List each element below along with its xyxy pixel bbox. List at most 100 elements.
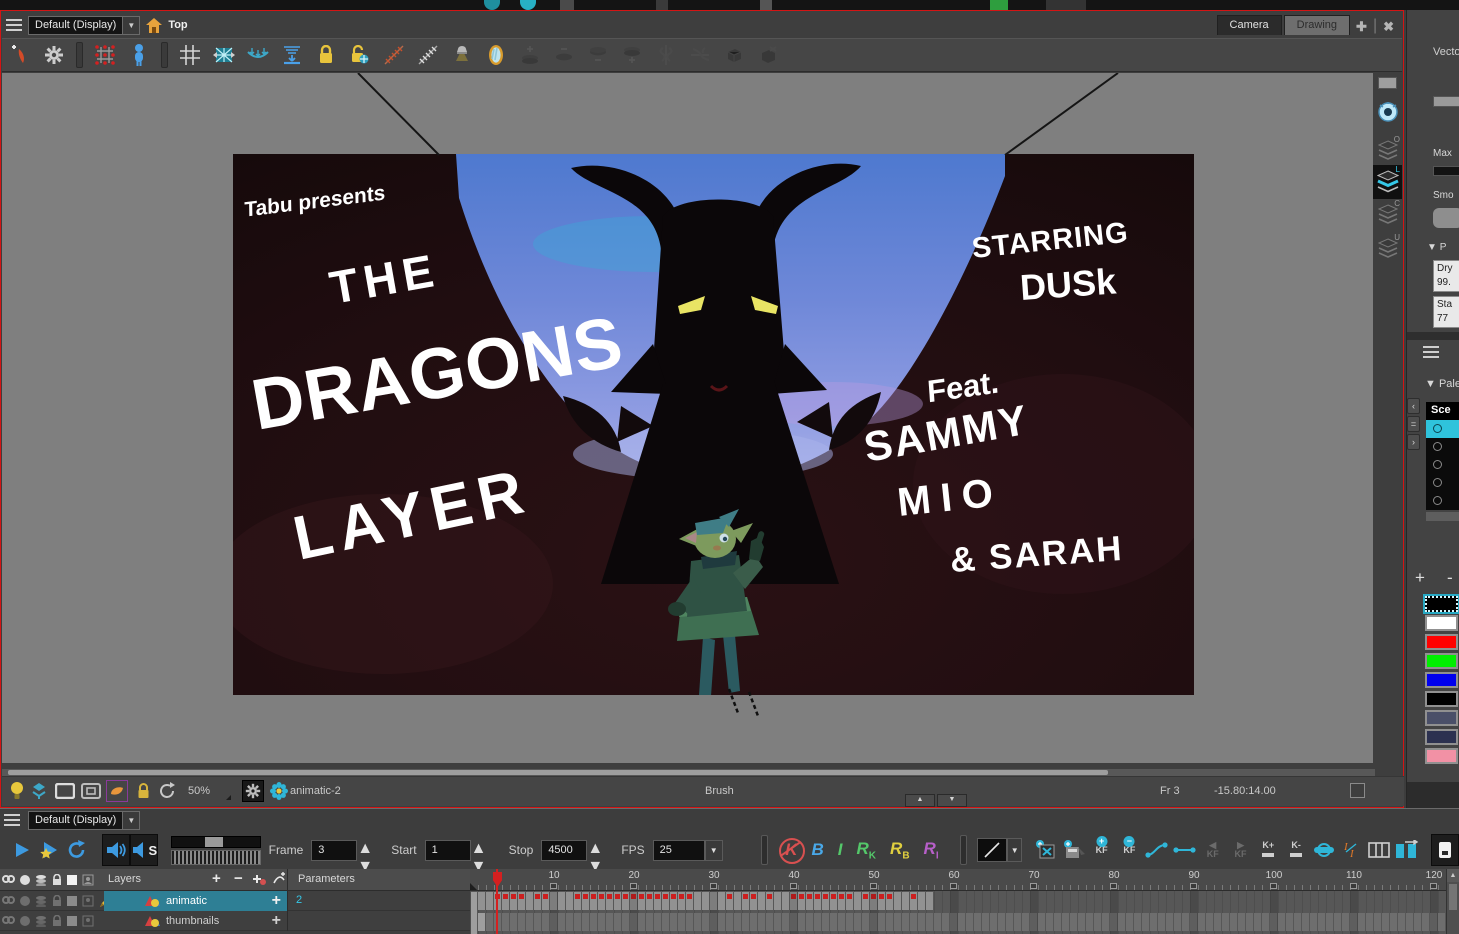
render-play-button[interactable] (36, 834, 64, 866)
frame-cell[interactable] (1070, 913, 1077, 931)
insert-frame-icon[interactable]: K+ (1254, 834, 1282, 866)
collapse-up-button[interactable]: ▲ (905, 794, 935, 807)
frame-cell[interactable] (750, 913, 757, 931)
swirl-divider-icon[interactable] (654, 43, 678, 67)
drawing-flower-icon[interactable] (268, 780, 290, 802)
start-spinbox[interactable]: 1 ▲ ▼ (424, 839, 487, 875)
frame-cell[interactable] (878, 892, 885, 910)
frame-cell[interactable] (1382, 913, 1389, 931)
mark-drawing-rk-button[interactable]: RK (857, 839, 877, 861)
expand-layer-icon[interactable]: + (272, 912, 281, 930)
layer-color-icon[interactable] (67, 916, 77, 926)
layer-name[interactable]: animatic (166, 895, 207, 907)
mark-drawing-k-button[interactable]: K (779, 837, 806, 864)
frame-cell[interactable] (894, 892, 901, 910)
zoom-region-icon[interactable] (1310, 834, 1338, 866)
chevron-down-icon[interactable]: ▼ (122, 811, 140, 829)
show-all-icon[interactable] (2, 874, 15, 886)
frame-cell[interactable] (686, 892, 693, 910)
frame-cell[interactable] (886, 913, 893, 931)
frame-cell[interactable] (1134, 913, 1141, 931)
zoom-dropdown-arrow[interactable] (226, 795, 231, 800)
frame-cell[interactable] (742, 892, 749, 910)
curve-motion-icon[interactable] (1143, 834, 1171, 866)
frame-cell[interactable] (478, 892, 485, 910)
frame-cell[interactable] (718, 913, 725, 931)
timeline-frames-area[interactable]: 10 20 30 40 50 60 70 80 90 100 110 120 (470, 869, 1446, 934)
panel-menu-icon[interactable] (6, 19, 22, 31)
add-drawing-icon[interactable] (8, 43, 32, 67)
frame-cell[interactable] (1438, 913, 1445, 931)
frame-cell[interactable] (1342, 913, 1349, 931)
timeline-menu-icon[interactable] (4, 814, 20, 826)
horizontal-scrollbar-thumb[interactable] (8, 770, 1108, 775)
prev-keyframe-icon[interactable]: ◀ KF (1199, 834, 1227, 866)
volume-slider-thumb[interactable] (205, 837, 224, 847)
reset-view-icon[interactable] (156, 780, 178, 802)
section-header[interactable]: ▼ P (1427, 242, 1446, 253)
frame-cell[interactable] (582, 913, 589, 931)
frame-cell[interactable] (1294, 913, 1301, 931)
frame-cell[interactable] (1006, 913, 1013, 931)
volume-slider[interactable] (171, 834, 262, 866)
layer-eye-icon[interactable] (2, 895, 15, 907)
frame-cell[interactable] (678, 892, 685, 910)
onion-add-next-icon[interactable] (620, 43, 644, 67)
light-bulb-icon[interactable] (6, 780, 28, 802)
chevron-down-icon[interactable]: ▼ (1007, 838, 1023, 862)
palette-row[interactable] (1426, 456, 1459, 474)
palette-section-header[interactable]: ▼ Pale (1425, 378, 1459, 390)
add-drawing-layer-button[interactable] (252, 872, 266, 886)
layer-parameters[interactable] (287, 911, 470, 931)
status-checkbox[interactable] (1350, 783, 1365, 798)
cube-delete-icon[interactable] (756, 43, 780, 67)
frame-cell[interactable] (1174, 913, 1181, 931)
frame-cell[interactable] (1014, 913, 1021, 931)
brush-tip-preview[interactable] (1433, 208, 1459, 228)
frame-cell[interactable] (1046, 913, 1053, 931)
frame-cell[interactable] (854, 892, 861, 910)
frame-cell[interactable] (502, 892, 509, 910)
frame-cell[interactable] (806, 892, 813, 910)
frame-cell[interactable] (718, 892, 725, 910)
frame-cell[interactable] (558, 913, 565, 931)
color-swatch[interactable] (1425, 691, 1458, 707)
frame-cell[interactable] (742, 913, 749, 931)
tool-properties-slider[interactable] (1433, 96, 1459, 107)
frame-spinbox[interactable]: 3 ▲ ▼ (311, 839, 373, 875)
tab-drawing[interactable]: Drawing (1283, 15, 1351, 35)
add-color-button[interactable]: + (1415, 568, 1425, 588)
frame-cell[interactable] (1078, 913, 1085, 931)
stop-spinbox[interactable]: 4500 ▲ ▼ (541, 839, 603, 875)
frame-cell[interactable] (926, 913, 933, 931)
frame-cell[interactable] (678, 913, 685, 931)
current-drawing-icon[interactable] (106, 780, 128, 802)
frame-cell[interactable] (1318, 913, 1325, 931)
color-swatch[interactable] (1425, 615, 1458, 631)
frame-cell[interactable] (694, 913, 701, 931)
timeline-display-selector[interactable]: Default (Display) ▼ (28, 810, 141, 830)
layer-row-thumbnails[interactable]: thumbnails + (0, 911, 470, 931)
frame-cell[interactable] (998, 913, 1005, 931)
layers-l-icon[interactable]: L (1373, 165, 1402, 199)
color-swatch[interactable] (1425, 729, 1458, 745)
frame-cell[interactable] (918, 892, 925, 910)
frame-cell[interactable] (1150, 913, 1157, 931)
frame-cell[interactable] (814, 892, 821, 910)
frame-cell[interactable] (990, 913, 997, 931)
brush-preset[interactable]: Sta 77 (1433, 296, 1459, 328)
linear-motion-icon[interactable] (1171, 834, 1199, 866)
palette-menu-icon[interactable] (1423, 346, 1439, 358)
remove-color-button[interactable]: - (1447, 568, 1453, 588)
onion-remove-prev-icon[interactable] (552, 43, 576, 67)
frame-cell[interactable] (838, 913, 845, 931)
frame-cell[interactable] (1054, 913, 1061, 931)
frame-value[interactable]: 3 (311, 839, 358, 861)
frame-cell[interactable] (502, 913, 509, 931)
frame-cell[interactable] (862, 913, 869, 931)
unlock-target-icon[interactable] (348, 43, 372, 67)
frame-cell[interactable] (926, 892, 933, 910)
frame-cell[interactable] (582, 892, 589, 910)
frame-cell[interactable] (1158, 913, 1165, 931)
frame-cell[interactable] (910, 913, 917, 931)
